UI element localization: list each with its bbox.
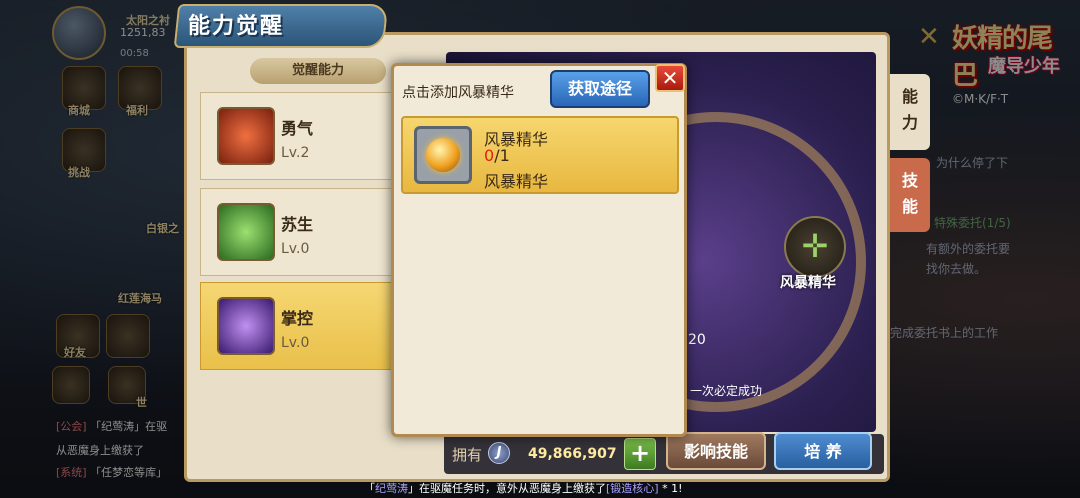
ability-list: 觉醒能力 勇气 Lv.2 苏生 Lv.0 掌控 Lv.0 — [198, 52, 394, 482]
get-source-button[interactable]: 获取途径 — [550, 70, 650, 108]
leaf-icon — [217, 203, 275, 261]
item-need: /1 — [494, 146, 510, 165]
ability-item-courage[interactable]: 勇气 Lv.2 — [200, 92, 392, 180]
item-count: 0/1 — [484, 146, 510, 165]
ticker-text: 」在驱魔任务时，意外从恶魔身上缴获了 — [408, 482, 606, 495]
tab-skill[interactable]: 技能 — [890, 158, 930, 232]
tab-ability[interactable]: 能力 — [890, 74, 930, 150]
tab-skill-label: 技能 — [901, 171, 918, 216]
ability-name: 苏生 — [281, 215, 314, 234]
ability-level: Lv.0 — [281, 241, 310, 257]
ticker-player[interactable]: 纪莺涛 — [375, 482, 408, 495]
crosshair-icon: ✛ — [801, 227, 829, 265]
system-ticker: 「纪莺涛」在驱魔任务时，意外从恶魔身上缴获了[锻造核心] * 1! — [364, 480, 683, 496]
storm-essence-icon — [414, 126, 472, 184]
ability-item-control[interactable]: 掌控 Lv.0 — [200, 282, 392, 370]
ability-level: Lv.0 — [281, 335, 310, 351]
own-count: 49,866,907 — [528, 446, 617, 462]
own-label: 拥有 — [452, 446, 483, 464]
ability-item-revive[interactable]: 苏生 Lv.0 — [200, 188, 392, 276]
ticker-text: 「 — [364, 482, 375, 495]
progress-number: 20 — [688, 332, 706, 348]
add-currency-button[interactable]: + — [624, 438, 656, 470]
train-button[interactable]: 培 养 — [774, 432, 872, 470]
panel-title: 能力觉醒 — [188, 14, 285, 39]
success-text: 一次必定成功 — [690, 384, 763, 398]
ability-name: 勇气 — [281, 119, 314, 138]
dialog-close-button[interactable]: ✕ — [655, 64, 685, 92]
ticker-text: * 1! — [658, 482, 683, 495]
ability-level: Lv.2 — [281, 145, 310, 161]
slot-label: 风暴精华 — [780, 275, 836, 291]
influence-skill-button[interactable]: 影响技能 — [666, 432, 766, 470]
item-source: 风暴精华 — [484, 172, 549, 191]
tab-ability-label: 能力 — [901, 87, 918, 132]
ability-name: 掌控 — [281, 309, 314, 328]
add-slot-button[interactable]: ✛ — [784, 216, 846, 278]
dialog-hint: 点击添加风暴精华 — [402, 85, 514, 101]
control-icon — [217, 297, 275, 355]
ability-list-header: 觉醒能力 — [250, 58, 386, 84]
ticker-item[interactable]: [锻造核心] — [606, 482, 659, 495]
gem-icon — [426, 138, 460, 172]
courage-icon — [217, 107, 275, 165]
currency-icon: J — [488, 442, 510, 464]
item-have: 0 — [484, 146, 495, 165]
